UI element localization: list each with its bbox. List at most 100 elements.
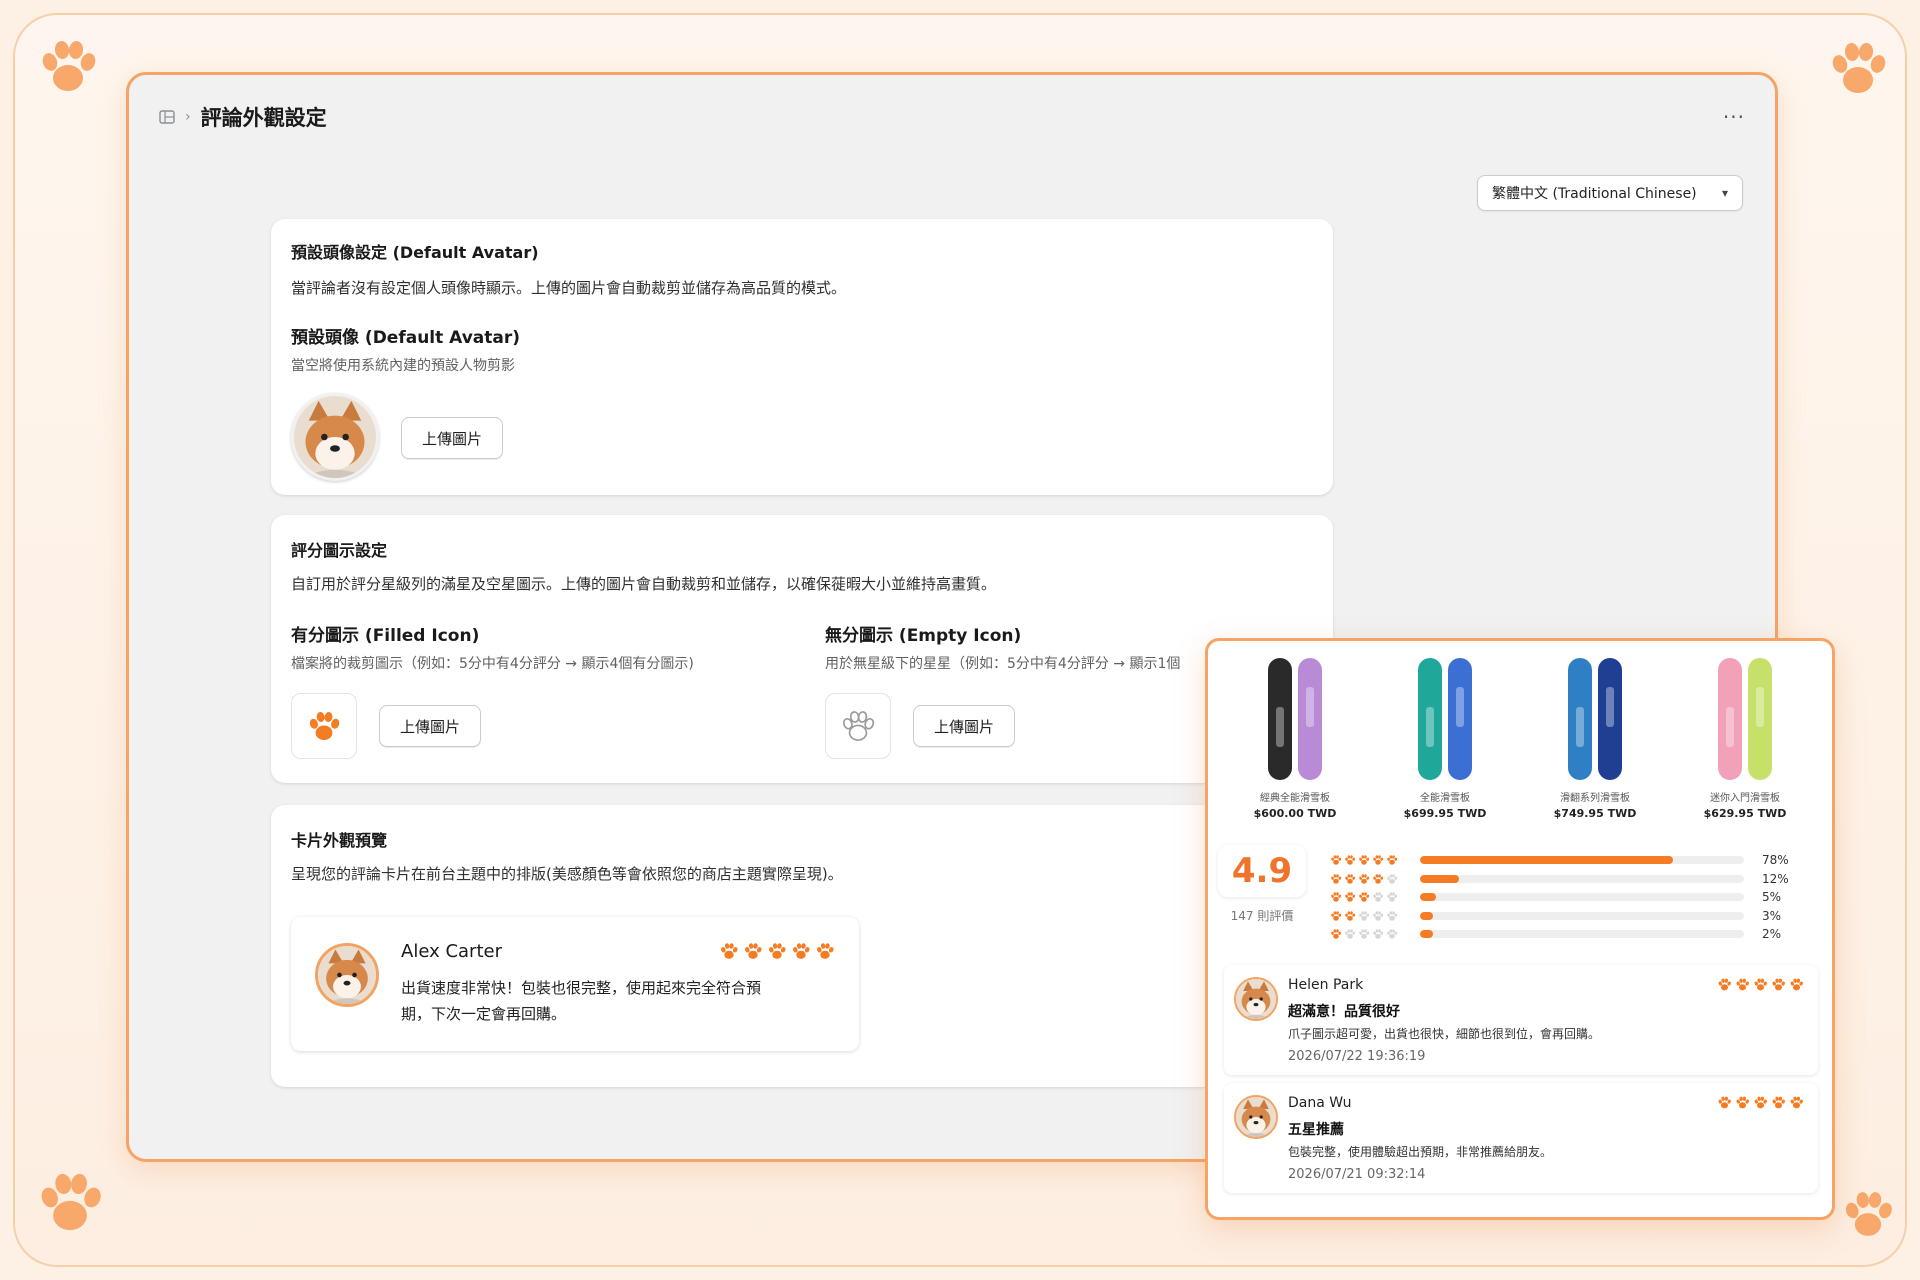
paw-icon [1372, 910, 1384, 922]
paw-icon [1735, 1095, 1750, 1110]
snowboard-image [1268, 658, 1292, 780]
product-price: $600.00 TWD [1253, 807, 1337, 820]
distribution-bar-fill [1420, 930, 1433, 939]
review-date: 2026/07/22 19:36:19 [1288, 1049, 1426, 1064]
product-item[interactable]: 滑翻系列滑雪板 $749.95 TWD [1520, 657, 1670, 820]
distribution-bar-fill [1420, 911, 1433, 920]
paw-icon [1753, 977, 1768, 992]
paw-icon [1386, 873, 1398, 885]
empty-paw-icon [842, 711, 875, 741]
rating-distribution: 78% 12% 5% 3% 2% [1330, 851, 1810, 944]
distribution-bar [1420, 930, 1744, 939]
paw-icon [1344, 854, 1356, 866]
paw-decoration-icon [34, 1166, 106, 1238]
distribution-bar-fill [1420, 893, 1437, 902]
card-description: 當評論者沒有設定個人頭像時顯示。上傳的圖片會自動裁剪並儲存為高品質的模式。 [291, 279, 847, 297]
distribution-paws [1330, 891, 1406, 903]
distribution-percent: 5% [1762, 890, 1782, 905]
storefront-widget-preview: 經典全能滑雪板 $600.00 TWD 全能滑雪板 $699.95 TWD 滑翻系列滑雪… [1205, 638, 1835, 1220]
distribution-paws [1330, 910, 1406, 922]
more-actions-button[interactable]: ··· [1723, 105, 1745, 129]
paw-icon [1344, 910, 1356, 922]
product-price: $749.95 TWD [1553, 807, 1637, 820]
paw-icon [1386, 891, 1398, 903]
distribution-paws [1330, 873, 1406, 885]
default-avatar-image [291, 393, 379, 481]
snowboard-image [1598, 658, 1622, 780]
product-item[interactable]: 全能滑雪板 $699.95 TWD [1370, 657, 1520, 820]
review-body-line: 期，下次一定會再回購。 [401, 1005, 567, 1023]
distribution-row: 12% [1330, 870, 1810, 889]
distribution-row: 3% [1330, 907, 1810, 926]
rating-count: 147 則評價 [1230, 909, 1294, 923]
language-select-value: 繁體中文 (Traditional Chinese) [1492, 186, 1697, 202]
review-date: 2026/07/21 09:32:14 [1288, 1167, 1426, 1182]
review-body: 出貨速度非常快！包裝也很完整，使用起來完全符合預 期，下次一定會再回購。 [401, 975, 761, 1027]
review-rating [719, 941, 835, 961]
paw-icon [1386, 928, 1398, 940]
paw-decoration-icon [1840, 1186, 1896, 1242]
distribution-bar-fill [1420, 856, 1673, 865]
empty-icon-preview [825, 693, 891, 759]
paw-icon [1358, 891, 1370, 903]
paw-icon [1771, 977, 1786, 992]
product-image [1370, 657, 1520, 781]
paw-icon [1358, 854, 1370, 866]
review-rating [1717, 1095, 1804, 1110]
distribution-bar [1420, 856, 1744, 865]
filled-paw-icon [306, 708, 342, 744]
default-avatar-label: 預設頭像 (Default Avatar) [291, 328, 521, 348]
paw-icon [1358, 910, 1370, 922]
snowboard-image [1718, 658, 1742, 780]
paw-icon [1344, 928, 1356, 940]
review-body: 爪子圖示超可愛，出貨也很快，細節也很到位，會再回購。 [1288, 1027, 1601, 1041]
product-item[interactable]: 經典全能滑雪板 $600.00 TWD [1220, 657, 1370, 820]
review-preview: Alex Carter 出貨速度非常快！包裝也很完整，使用起來完全符合預 期，下… [291, 917, 859, 1051]
distribution-bar [1420, 893, 1744, 902]
review-rating [1717, 977, 1804, 992]
paw-icon [1372, 891, 1384, 903]
paw-icon [1330, 873, 1342, 885]
paw-decoration-icon [1826, 36, 1890, 100]
paw-icon [1386, 910, 1398, 922]
product-name: 經典全能滑雪板 [1260, 793, 1330, 804]
distribution-row: 78% [1330, 851, 1810, 870]
default-avatar-hint: 當空將使用系統內建的預設人物剪影 [291, 358, 515, 374]
store-icon[interactable] [159, 110, 175, 124]
product-name: 全能滑雪板 [1420, 793, 1470, 804]
distribution-bar [1420, 911, 1744, 920]
paw-icon [1344, 873, 1356, 885]
paw-icon [1330, 891, 1342, 903]
paw-icon [1344, 891, 1356, 903]
paw-icon [1372, 873, 1384, 885]
card-title: 評分圖示設定 [291, 541, 388, 560]
product-name: 滑翻系列滑雪板 [1560, 793, 1630, 804]
page-title: 評論外觀設定 [200, 106, 327, 130]
snowboard-image [1298, 658, 1322, 780]
avatar [1234, 977, 1278, 1021]
rating-icon-card: 評分圖示設定 自訂用於評分星級列的滿星及空星圖示。上傳的圖片會自動裁剪和並儲存，… [271, 515, 1333, 783]
upload-avatar-button[interactable]: 上傳圖片 [401, 417, 504, 459]
paw-icon [719, 941, 739, 961]
paw-icon [1372, 928, 1384, 940]
paw-icon [743, 941, 763, 961]
avatar [315, 943, 379, 1007]
product-name: 迷你入門滑雪板 [1710, 793, 1780, 804]
card-title: 預設頭像設定 (Default Avatar) [291, 243, 539, 262]
language-select[interactable]: 繁體中文 (Traditional Chinese) ▾ [1477, 175, 1743, 211]
filled-icon-label: 有分圖示 (Filled Icon) [291, 626, 480, 646]
paw-icon [1330, 910, 1342, 922]
default-avatar-card: 預設頭像設定 (Default Avatar) 當評論者沒有設定個人頭像時顯示。… [271, 219, 1333, 495]
snowboard-image [1418, 658, 1442, 780]
filled-icon-preview [291, 693, 357, 759]
upload-empty-icon-button[interactable]: 上傳圖片 [913, 705, 1016, 747]
distribution-bar-fill [1420, 874, 1459, 883]
upload-filled-icon-button[interactable]: 上傳圖片 [379, 705, 482, 747]
paw-icon [1717, 1095, 1732, 1110]
distribution-paws [1330, 854, 1406, 866]
product-image [1220, 657, 1370, 781]
card-preview-card: 卡片外觀預覽 呈現您的評論卡片在前台主題中的排版(美感顏色等會依照您的商店主題實… [271, 805, 1333, 1087]
product-item[interactable]: 迷你入門滑雪板 $629.95 TWD [1670, 657, 1820, 820]
review-body-line: 出貨速度非常快！包裝也很完整，使用起來完全符合預 [401, 979, 762, 997]
breadcrumb-separator-icon: › [185, 109, 191, 125]
